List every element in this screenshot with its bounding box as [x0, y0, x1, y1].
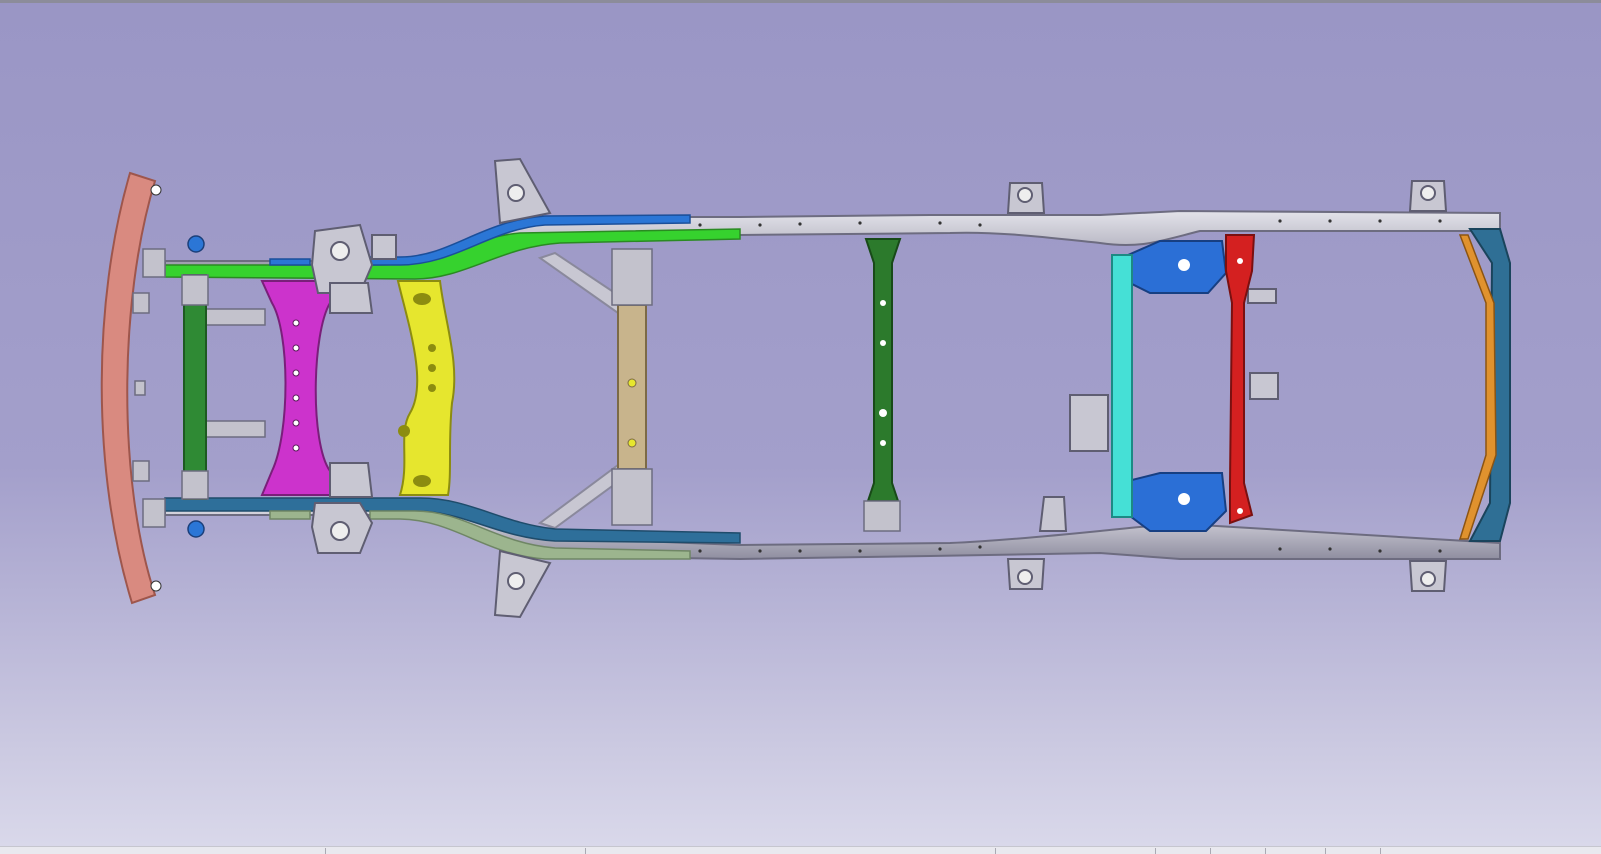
front-crossmember — [183, 274, 207, 500]
transmission-crossmember — [396, 280, 456, 496]
front-bumper-beam — [100, 171, 157, 605]
rear-spring-hangers — [1124, 240, 1228, 532]
bolt-hole — [858, 221, 862, 225]
rear-crossmember-cyan — [1111, 254, 1133, 518]
bolt-hole — [1278, 547, 1282, 551]
bolt-hole — [798, 222, 802, 226]
bolt-hole — [1278, 219, 1282, 223]
bolt-hole — [978, 545, 982, 549]
bolt-hole — [1378, 549, 1382, 553]
bolt-hole — [1438, 219, 1442, 223]
bolt-hole — [758, 549, 762, 553]
bolt-hole — [1438, 549, 1442, 553]
bolt-hole — [698, 549, 702, 553]
chassis-frame-model[interactable] — [0, 3, 1601, 849]
bolt-hole — [1328, 547, 1332, 551]
center-crossmember — [864, 238, 902, 502]
bolt-hole — [1378, 219, 1382, 223]
bolt-hole — [858, 549, 862, 553]
bolt-hole — [978, 223, 982, 227]
engine-crossmember — [260, 280, 338, 496]
status-bar — [0, 846, 1601, 854]
3d-viewport[interactable] — [0, 0, 1601, 846]
bolt-hole — [798, 549, 802, 553]
bolt-hole — [938, 221, 942, 225]
bolt-hole — [938, 547, 942, 551]
bolt-hole — [1328, 219, 1332, 223]
bolt-hole — [698, 223, 702, 227]
bolt-hole — [758, 223, 762, 227]
